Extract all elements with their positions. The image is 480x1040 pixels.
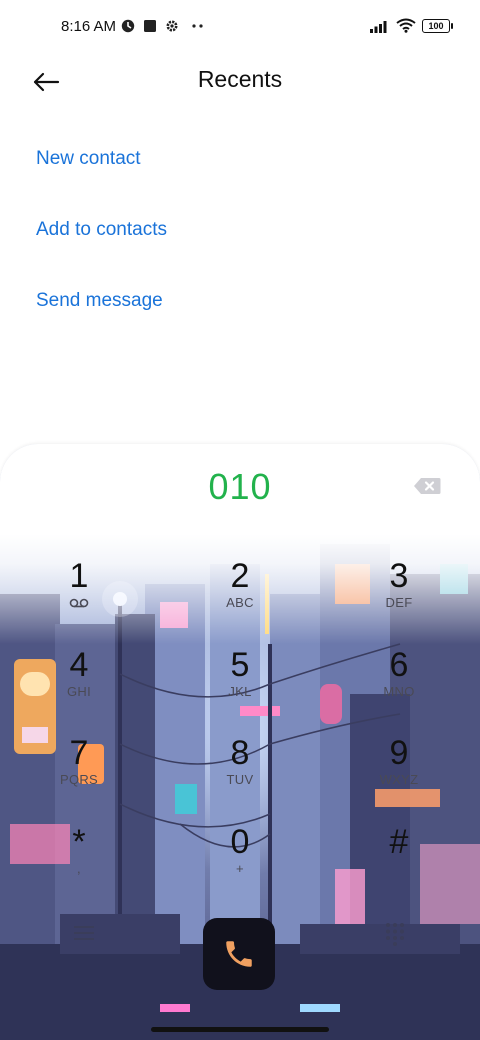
- home-indicator[interactable]: [151, 1027, 329, 1032]
- phone-icon: [226, 941, 252, 967]
- status-bar: 8:16 AM 100: [0, 0, 480, 56]
- backspace-icon[interactable]: [413, 477, 441, 495]
- signal-icon: [370, 20, 387, 33]
- key-digit: 7: [69, 734, 89, 772]
- key-letters: ,: [77, 861, 81, 876]
- dialer-panel: 010 1 2 ABC 3 DEF 4 GHI 5 JKL 6 MNO 7 PQ…: [0, 444, 480, 1040]
- status-time: 8:16 AM: [61, 18, 117, 35]
- key-9[interactable]: 9 WXYZ: [344, 734, 454, 806]
- key-letters: MNO: [383, 684, 415, 699]
- key-6[interactable]: 6 MNO: [344, 646, 454, 718]
- vpn-icon: [121, 19, 135, 33]
- key-7[interactable]: 7 PQRS: [24, 734, 134, 806]
- key-0[interactable]: 0 +: [185, 823, 295, 895]
- key-letters: TUV: [226, 772, 254, 787]
- key-hash[interactable]: #: [344, 823, 454, 895]
- key-star[interactable]: * ,: [24, 823, 134, 895]
- new-contact-link[interactable]: New contact: [36, 148, 141, 170]
- dialed-number: 010: [208, 466, 272, 507]
- key-letters: ABC: [226, 595, 254, 610]
- key-letters: +: [236, 861, 244, 876]
- menu-icon[interactable]: [72, 923, 96, 943]
- key-digit: 6: [389, 646, 409, 684]
- key-digit: 9: [389, 734, 409, 772]
- more-dots-icon: [192, 24, 203, 28]
- key-8[interactable]: 8 TUV: [185, 734, 295, 806]
- add-to-contacts-link[interactable]: Add to contacts: [36, 219, 167, 241]
- dialpad-icon[interactable]: [385, 922, 405, 946]
- battery-icon: 100: [422, 18, 453, 33]
- key-digit: 0: [230, 823, 250, 861]
- key-letters: DEF: [385, 595, 413, 610]
- key-digit: #: [389, 823, 409, 861]
- key-3[interactable]: 3 DEF: [344, 557, 454, 629]
- key-digit: 1: [69, 557, 89, 595]
- gear-icon: [166, 20, 178, 32]
- key-digit: *: [72, 823, 86, 861]
- key-1[interactable]: 1: [24, 557, 134, 629]
- key-digit: 3: [389, 557, 409, 595]
- key-4[interactable]: 4 GHI: [24, 646, 134, 718]
- voicemail-icon: [69, 598, 89, 608]
- key-letters: GHI: [66, 684, 91, 699]
- key-letters: JKL: [228, 684, 252, 699]
- call-button[interactable]: [203, 918, 275, 990]
- key-digit: 8: [230, 734, 250, 772]
- key-2[interactable]: 2 ABC: [185, 557, 295, 629]
- send-message-link[interactable]: Send message: [36, 290, 163, 312]
- key-digit: 2: [230, 557, 250, 595]
- key-letters: WXYZ: [379, 772, 419, 787]
- key-letters: PQRS: [59, 772, 99, 787]
- page-title: Recents: [197, 66, 283, 92]
- square-notification-icon: [144, 20, 156, 32]
- key-5[interactable]: 5 JKL: [185, 646, 295, 718]
- key-digit: 5: [230, 646, 250, 684]
- key-digit: 4: [69, 646, 89, 684]
- wifi-icon: [396, 18, 416, 33]
